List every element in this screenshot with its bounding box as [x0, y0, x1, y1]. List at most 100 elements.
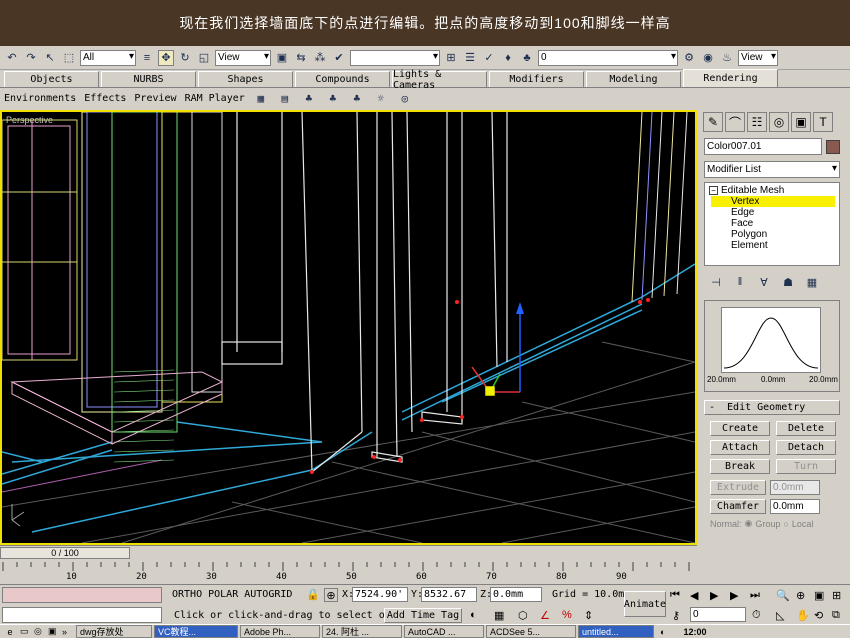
hierarchy-tab-icon[interactable]: ☷ [747, 112, 767, 132]
align-icon[interactable]: ⊞ [443, 50, 459, 66]
layer-dropdown[interactable]: 0 [538, 49, 678, 66]
render-setup-icon[interactable]: ⚙ [681, 50, 697, 66]
pivot-icon[interactable]: ▣ [274, 50, 290, 66]
motion-tab-icon[interactable]: ◎ [769, 112, 789, 132]
task-untitled[interactable]: untitled... [578, 625, 654, 638]
tab-objects[interactable]: Objects [4, 71, 99, 87]
tab-compounds[interactable]: Compounds [295, 71, 390, 87]
environments-button[interactable]: Environments [4, 93, 76, 104]
material-editor-icon[interactable]: ◉ [700, 50, 716, 66]
ie-icon[interactable]: e [0, 627, 20, 637]
task-music[interactable]: 24. 阿杜 ... [322, 625, 402, 638]
previous-frame-icon[interactable]: ◀ [690, 589, 698, 602]
arc-rotate-icon[interactable]: ⟲ [814, 609, 823, 622]
scale-icon[interactable]: ◱ [196, 50, 212, 66]
task-autocad[interactable]: AutoCAD ... [404, 625, 484, 638]
snap-toggles[interactable]: ORTHO POLAR AUTOGRID [172, 589, 292, 600]
render-icon[interactable]: ♨ [719, 50, 735, 66]
teapot-render-icon[interactable]: ♣ [301, 90, 317, 106]
attach-button[interactable]: Attach [710, 440, 770, 455]
selection-filter-dropdown[interactable]: All [80, 49, 136, 66]
quicklaunch-icon[interactable]: ▣ [48, 626, 62, 637]
task-photoshop[interactable]: Adobe Ph... [240, 625, 320, 638]
tab-shapes[interactable]: Shapes [198, 71, 293, 87]
rotate-icon[interactable]: ↻ [177, 50, 193, 66]
zoom-extents-icon[interactable]: ▣ [814, 589, 824, 602]
play-icon[interactable]: ▶ [710, 589, 718, 602]
stack-item-polygon[interactable]: Polygon [709, 229, 835, 240]
radio-local-icon[interactable]: ○ [783, 519, 788, 529]
teapot-quick-icon[interactable]: ♣ [325, 90, 341, 106]
region-select-icon[interactable]: ⬚ [61, 50, 77, 66]
select-arrow-icon[interactable]: ↖ [42, 50, 58, 66]
cube-snap-icon[interactable]: ⬡ [518, 609, 528, 622]
stack-item-vertex[interactable]: Vertex [711, 196, 835, 207]
undo-icon[interactable]: ↶ [4, 50, 20, 66]
grid-snap-icon[interactable]: ▦ [494, 609, 504, 622]
maximize-viewport-icon[interactable]: ⧉ [832, 609, 840, 622]
transform-type-icon[interactable]: ⊕ [324, 588, 338, 602]
create-button[interactable]: Create [710, 421, 770, 436]
spinner-snap-icon[interactable]: ⇕ [584, 609, 593, 622]
layers-icon[interactable]: ☰ [462, 50, 478, 66]
teapot-last-icon[interactable]: ♣ [349, 90, 365, 106]
effects-button[interactable]: Effects [84, 93, 126, 104]
checker-icon[interactable]: ▦ [253, 90, 269, 106]
pin-stack-icon[interactable]: ⊣ [708, 274, 724, 290]
show-end-result-icon[interactable]: ‖ [732, 274, 748, 290]
maxscript-input[interactable] [2, 607, 162, 623]
object-color-swatch[interactable] [826, 139, 840, 154]
field-of-view-icon[interactable]: ◺ [776, 609, 784, 622]
task-dwg-folder[interactable]: dwg存放处 [76, 625, 152, 638]
tab-modeling[interactable]: Modeling [586, 71, 681, 87]
go-to-end-icon[interactable]: ⏭ [750, 589, 760, 602]
add-time-tag-button[interactable]: Add Time Tag [384, 608, 462, 623]
stack-item-face[interactable]: Face [709, 218, 835, 229]
track-bar[interactable]: 10 20 30 40 50 60 70 80 90 [0, 560, 697, 584]
break-button[interactable]: Break [710, 459, 770, 474]
tray-icon[interactable]: ◐ [660, 627, 665, 637]
create-tab-icon[interactable]: ✎ [703, 112, 723, 132]
stack-item-element[interactable]: Element [709, 240, 835, 251]
ram-player-button[interactable]: RAM Player [185, 93, 245, 104]
time-slider[interactable]: 0 / 100 [0, 545, 697, 560]
teapot-icon[interactable]: ♣ [519, 50, 535, 66]
frame-number-field[interactable]: 0 [690, 607, 746, 622]
x-coordinate-field[interactable]: 7524.90' [352, 587, 408, 602]
pan-hand-icon[interactable]: ✋ [796, 609, 810, 622]
perspective-viewport[interactable]: Perspective [0, 110, 697, 545]
display-tab-icon[interactable]: ▣ [791, 112, 811, 132]
sun-icon[interactable]: ☼ [373, 90, 389, 106]
remove-modifier-icon[interactable]: ☗ [780, 274, 796, 290]
lock-icon[interactable]: 🔒 [306, 588, 320, 601]
angle-snap-icon[interactable]: ∠ [540, 609, 550, 622]
radio-group-icon[interactable]: ◉ [745, 518, 753, 529]
object-name-field[interactable]: Color007.01 [704, 138, 822, 155]
preview-button[interactable]: Preview [134, 93, 176, 104]
reference-coord-dropdown[interactable]: View [215, 49, 271, 66]
lightbulb-icon[interactable]: ♦ [500, 50, 516, 66]
render-frame-icon[interactable]: ▤ [277, 90, 293, 106]
task-acdsee[interactable]: ACDSee 5... [486, 625, 576, 638]
configure-sets-icon[interactable]: ▦ [804, 274, 820, 290]
move-icon[interactable]: ✥ [158, 49, 174, 66]
select-by-name-icon[interactable]: ≡ [139, 50, 155, 66]
chamfer-spinner[interactable]: 0.0mm [770, 499, 820, 514]
zoom-all-icon[interactable]: ⊕ [796, 589, 805, 602]
stack-item-edge[interactable]: Edge [709, 207, 835, 218]
edit-geometry-rollout[interactable]: - Edit Geometry [704, 400, 840, 415]
more-icon[interactable]: » [62, 627, 76, 637]
tab-modifiers[interactable]: Modifiers [489, 71, 584, 87]
mirror-icon[interactable]: ⇆ [293, 50, 309, 66]
array-icon[interactable]: ⁂ [312, 50, 328, 66]
chamfer-button[interactable]: Chamfer [710, 499, 766, 514]
make-unique-icon[interactable]: ∀ [756, 274, 772, 290]
render-view-dropdown[interactable]: View [738, 49, 778, 66]
stack-root[interactable]: − Editable Mesh [709, 185, 835, 196]
detach-button[interactable]: Detach [776, 440, 836, 455]
collapse-icon[interactable]: − [709, 186, 718, 195]
utilities-tab-icon[interactable]: T [813, 112, 833, 132]
sphere-icon[interactable]: ◎ [397, 90, 413, 106]
tab-nurbs[interactable]: NURBS [101, 71, 196, 87]
delete-button[interactable]: Delete [776, 421, 836, 436]
